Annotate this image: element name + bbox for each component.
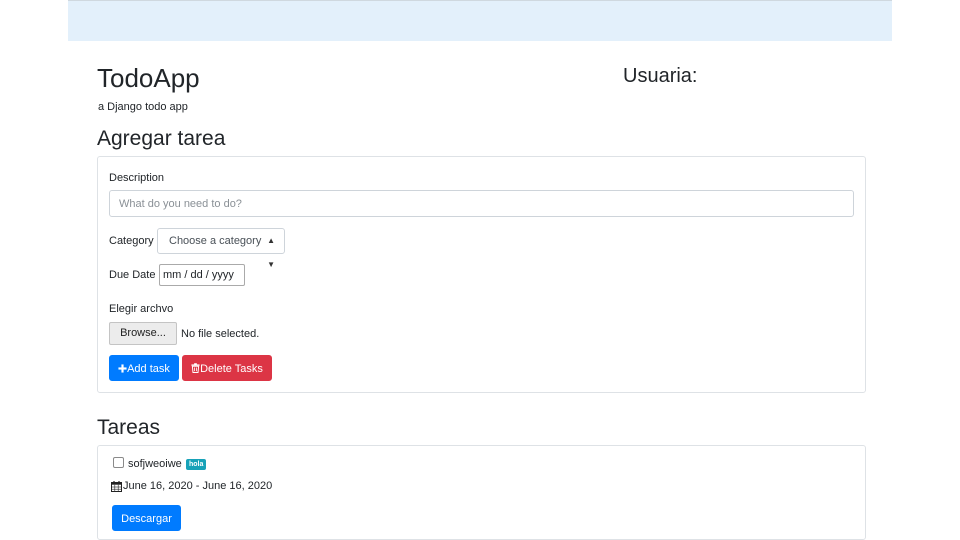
file-label: Elegir archvo (109, 303, 174, 315)
task-name: sofjweoiwe (128, 458, 182, 470)
category-label: Category (109, 235, 154, 247)
due-date-input[interactable]: mm / dd / yyyy (159, 264, 245, 286)
add-task-heading: Agregar tarea (97, 127, 226, 150)
description-input[interactable] (109, 190, 854, 217)
app-subtitle: a Django todo app (98, 101, 188, 113)
app-title: TodoApp (97, 63, 200, 93)
description-label: Description (109, 172, 165, 184)
delete-tasks-button[interactable]: Delete Tasks (182, 355, 272, 381)
calendar-icon (111, 479, 122, 497)
plus-icon (118, 356, 127, 382)
category-selected-value: Choose a category (169, 235, 262, 247)
updown-arrows-icon: ▲ ▼ (267, 236, 275, 269)
task-list: sofjweoiwe hola June 16, 2020 - June 16,… (97, 445, 866, 540)
browse-button[interactable]: Browse... (109, 322, 177, 345)
user-label: Usuaria: (623, 65, 698, 87)
top-navbar (68, 0, 892, 41)
task-dates: June 16, 2020 - June 16, 2020 (123, 480, 273, 492)
due-date-label: Due Date (109, 269, 156, 281)
add-task-form: Description Category Choose a category ▲… (97, 156, 866, 393)
add-task-label: Add task (127, 363, 170, 375)
download-button[interactable]: Descargar (112, 505, 181, 531)
category-select[interactable]: Choose a category ▲ ▼ (157, 228, 285, 269)
file-status: No file selected. (181, 328, 260, 340)
delete-tasks-label: Delete Tasks (200, 363, 263, 375)
task-category-badge: hola (186, 459, 207, 470)
tasks-heading: Tareas (97, 416, 161, 439)
trash-icon (191, 356, 200, 382)
task-checkbox[interactable] (113, 457, 124, 468)
add-task-button[interactable]: Add task (109, 355, 179, 381)
